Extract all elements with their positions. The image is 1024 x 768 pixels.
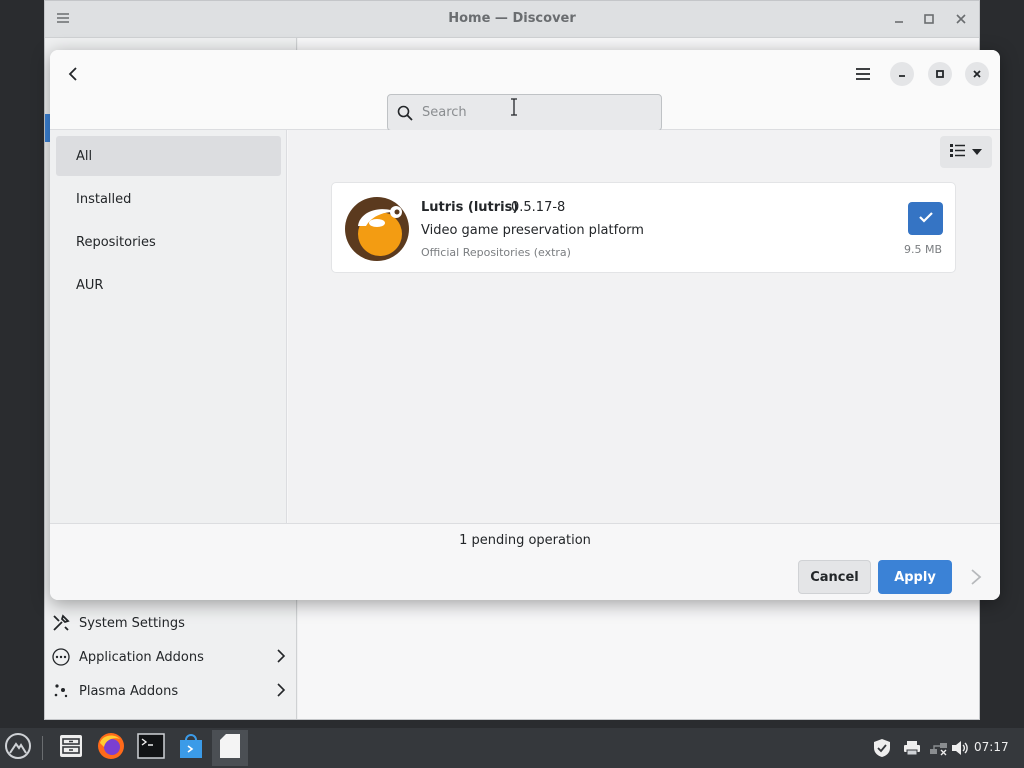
close-icon[interactable]: [965, 62, 989, 86]
sidebar-item-label: Repositories: [76, 234, 156, 250]
app-list-item[interactable]: Lutris (lutris) 0.5.17-8 Video game pres…: [331, 182, 956, 273]
sidebar-item-all[interactable]: All: [56, 136, 281, 176]
sidebar-item-plasma-addons[interactable]: Plasma Addons: [51, 674, 293, 708]
maximize-icon[interactable]: [928, 62, 952, 86]
list-view-icon: [950, 143, 966, 161]
taskbar-separator: [42, 736, 43, 760]
sidebar-item-system-settings[interactable]: System Settings: [51, 606, 293, 640]
dots-circle-icon: [51, 647, 71, 667]
dialog-main: Lutris (lutris) 0.5.17-8 Video game pres…: [288, 130, 1000, 523]
back-arrow-icon[interactable]: [62, 62, 86, 86]
taskbar-document[interactable]: [212, 730, 248, 766]
search-box[interactable]: [387, 94, 662, 131]
app-selected-checkbox[interactable]: [908, 202, 943, 235]
app-launcher-icon: [4, 732, 32, 764]
sidebar-item-label: AUR: [76, 277, 104, 293]
tools-icon: [51, 613, 71, 633]
file-manager-icon: [58, 733, 84, 763]
sidebar-item-label: All: [76, 148, 93, 164]
view-mode-button[interactable]: [940, 136, 992, 168]
taskbar-firefox[interactable]: [93, 730, 129, 766]
lutris-app-icon: [344, 196, 410, 262]
app-source: Official Repositories (extra): [421, 246, 571, 259]
app-name: Lutris (lutris): [421, 200, 519, 215]
terminal-icon: [137, 733, 165, 763]
apply-button[interactable]: Apply: [878, 560, 952, 594]
minimize-icon[interactable]: [891, 11, 907, 27]
sidebar-item-label: System Settings: [79, 615, 185, 631]
sidebar-item-repositories[interactable]: Repositories: [56, 222, 281, 262]
clock[interactable]: 07:17: [974, 740, 1009, 754]
taskbar-file-manager[interactable]: [53, 730, 89, 766]
taskbar-discover[interactable]: [173, 730, 209, 766]
chevron-down-icon: [972, 145, 982, 160]
firefox-icon: [96, 731, 126, 765]
chevron-right-icon: [968, 568, 984, 586]
dialog-footer: 1 pending operation Cancel Apply: [50, 523, 1000, 600]
sidebar-item-aur[interactable]: AUR: [56, 265, 281, 305]
shield-icon[interactable]: [872, 738, 892, 758]
app-version: 0.5.17-8: [511, 200, 566, 215]
close-icon[interactable]: [953, 11, 969, 27]
sidebar-item-label: Plasma Addons: [79, 683, 179, 699]
printer-icon[interactable]: [902, 738, 922, 758]
pending-operations-label: 1 pending operation: [459, 533, 591, 548]
document-icon: [218, 732, 242, 764]
update-dialog: All Installed Repositories AUR: [50, 50, 1000, 600]
volume-icon[interactable]: [950, 738, 970, 758]
hamburger-menu-icon[interactable]: [850, 62, 876, 86]
taskbar: 07:17: [0, 728, 1024, 768]
discover-store-icon: [177, 732, 205, 764]
maximize-icon[interactable]: [921, 11, 937, 27]
sparkle-icon: [51, 681, 71, 701]
app-size: 9.5 MB: [903, 243, 942, 256]
sidebar-item-installed[interactable]: Installed: [56, 179, 281, 219]
cancel-button[interactable]: Cancel: [798, 560, 871, 594]
text-cursor-icon: [510, 98, 518, 116]
window-title: Home — Discover: [448, 11, 576, 26]
background-titlebar: Home — Discover: [45, 1, 979, 38]
sidebar-item-label: Installed: [76, 191, 132, 207]
taskbar-terminal[interactable]: [133, 730, 169, 766]
search-icon: [397, 103, 417, 123]
app-description: Video game preservation platform: [421, 223, 644, 238]
chevron-right-icon: [275, 682, 287, 702]
dialog-sidebar: All Installed Repositories AUR: [50, 130, 287, 523]
checkmark-icon: [918, 211, 933, 227]
search-input[interactable]: [422, 105, 642, 120]
network-disconnected-icon[interactable]: [929, 738, 949, 758]
sidebar-item-application-addons[interactable]: Application Addons: [51, 640, 293, 674]
chevron-right-icon: [275, 648, 287, 668]
dialog-header: [50, 50, 1000, 131]
minimize-icon[interactable]: [890, 62, 914, 86]
app-launcher-button[interactable]: [0, 730, 36, 766]
sidebar-item-label: Application Addons: [79, 649, 204, 665]
